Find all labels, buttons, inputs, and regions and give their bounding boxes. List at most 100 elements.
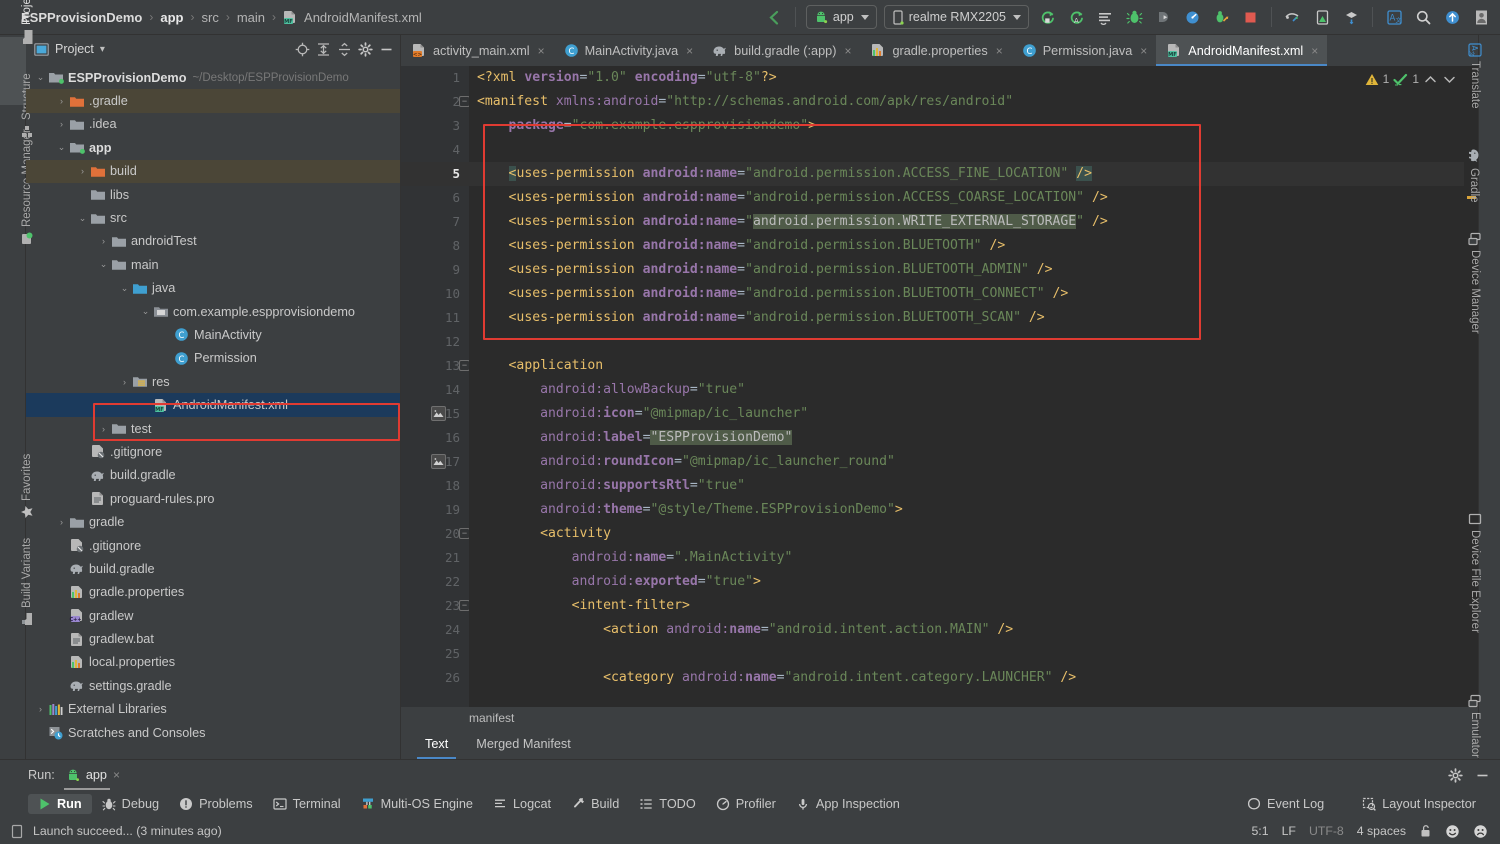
tree-node--gitignore[interactable]: .gitignore: [26, 440, 400, 463]
tree-node-build-gradle[interactable]: build.gradle: [26, 557, 400, 580]
breadcrumb-item-app[interactable]: app: [153, 10, 190, 25]
tree-node-com-example-espprovisiondemo[interactable]: ⌄com.example.espprovisiondemo: [26, 300, 400, 323]
indent-setting[interactable]: 4 spaces: [1357, 824, 1406, 838]
chevron-right-icon[interactable]: ›: [118, 377, 131, 387]
image-preview-gutter-icon[interactable]: [431, 406, 446, 421]
project-tree[interactable]: ⌄ESPProvisionDemo~/Desktop/ESPProvisionD…: [26, 63, 400, 759]
tree-node-build-gradle[interactable]: build.gradle: [26, 464, 400, 487]
tree-node-gradlew[interactable]: C++gradlew: [26, 604, 400, 627]
expand-all-icon[interactable]: [316, 42, 331, 57]
editor-tab-build-gradle-app-[interactable]: build.gradle (:app)×: [702, 35, 860, 66]
chevron-right-icon[interactable]: ›: [76, 166, 89, 176]
rerun-icon[interactable]: [1210, 6, 1232, 28]
chevron-right-icon[interactable]: ›: [55, 119, 68, 129]
tool-strip-item-translate[interactable]: A文Translate: [1468, 43, 1482, 109]
close-icon[interactable]: ×: [686, 44, 693, 58]
target-icon[interactable]: [295, 42, 310, 57]
chevron-right-icon[interactable]: ›: [97, 236, 110, 246]
update-arrow-icon[interactable]: [1441, 6, 1463, 28]
sad-face-icon[interactable]: [1473, 824, 1488, 839]
line-separator[interactable]: LF: [1282, 824, 1296, 838]
tree-node-androidmanifest-xml[interactable]: MFAndroidManifest.xml: [26, 393, 400, 416]
chevron-down-icon[interactable]: ⌄: [76, 213, 89, 224]
tree-node--gradle[interactable]: ›.gradle: [26, 89, 400, 112]
minimize-icon[interactable]: [379, 42, 394, 57]
tree-node-main[interactable]: ⌄main: [26, 253, 400, 276]
chevron-right-icon[interactable]: ›: [55, 517, 68, 527]
chevron-down-icon[interactable]: ⌄: [118, 283, 131, 294]
editor-gutter[interactable]: 12−345678910111213−14151617181920−212223…: [401, 66, 469, 707]
tree-node-java[interactable]: ⌄java: [26, 277, 400, 300]
tool-window-button-run[interactable]: Run: [28, 794, 92, 814]
collapse-all-icon[interactable]: [337, 42, 352, 57]
tree-node-proguard-rules-pro[interactable]: proguard-rules.pro: [26, 487, 400, 510]
back-arrow-icon[interactable]: [763, 6, 785, 28]
chevron-right-icon[interactable]: ›: [55, 96, 68, 106]
editor-mode-tab-text[interactable]: Text: [411, 729, 462, 759]
close-icon[interactable]: ×: [996, 44, 1003, 58]
editor-tab-androidmanifest-xml[interactable]: MFAndroidManifest.xml×: [1156, 35, 1327, 66]
code-content[interactable]: <?xml version="1.0" encoding="utf-8"?><m…: [469, 66, 1464, 707]
tree-node-test[interactable]: ›test: [26, 417, 400, 440]
sdk-manager-icon[interactable]: [1340, 6, 1362, 28]
run-session-tab[interactable]: app ×: [64, 768, 124, 782]
chevron-down-icon[interactable]: ▾: [100, 44, 105, 55]
stop-square-icon[interactable]: [1239, 6, 1261, 28]
breadcrumb-item-main[interactable]: main: [230, 10, 272, 25]
editor-tab-mainactivity-java[interactable]: CMainActivity.java×: [554, 35, 703, 66]
tree-node-src[interactable]: ⌄src: [26, 206, 400, 229]
code-editor[interactable]: 12−345678910111213−14151617181920−212223…: [401, 66, 1478, 707]
unlocked-icon[interactable]: [1419, 824, 1432, 838]
chevron-right-icon[interactable]: ›: [97, 424, 110, 434]
tree-node-gradle[interactable]: ›gradle: [26, 510, 400, 533]
tool-window-button-profiler[interactable]: Profiler: [706, 794, 786, 814]
chevron-down-icon[interactable]: ⌄: [139, 306, 152, 317]
breadcrumb-item-espprovisiondemo[interactable]: ESPProvisionDemo: [14, 10, 149, 25]
device-selector[interactable]: realme RMX2205: [884, 5, 1029, 29]
tree-node-build[interactable]: ›build: [26, 160, 400, 183]
close-icon[interactable]: ×: [538, 44, 545, 58]
avd-manager-icon[interactable]: [1311, 6, 1333, 28]
tool-strip-item-project[interactable]: Project: [20, 0, 34, 45]
chevron-right-icon[interactable]: ›: [34, 704, 47, 714]
tree-node-libs[interactable]: libs: [26, 183, 400, 206]
editor-breadcrumb[interactable]: manifest: [401, 707, 1478, 729]
editor-tab-activity-main-xml[interactable]: <>activity_main.xml×: [401, 35, 554, 66]
happy-face-icon[interactable]: [1445, 824, 1460, 839]
breadcrumb-item-androidmanifest-xml[interactable]: MFAndroidManifest.xml: [276, 10, 429, 25]
attach-debugger-icon[interactable]: [1152, 6, 1174, 28]
tree-node-external-libraries[interactable]: ›External Libraries: [26, 698, 400, 721]
tree-node-gradle-properties[interactable]: gradle.properties: [26, 581, 400, 604]
tree-node--idea[interactable]: ›.idea: [26, 113, 400, 136]
inspection-widget[interactable]: 1 1: [1362, 70, 1460, 88]
tree-node-settings-gradle[interactable]: settings.gradle: [26, 674, 400, 697]
close-icon[interactable]: ×: [1311, 44, 1318, 58]
tool-window-button-app-inspection[interactable]: App Inspection: [786, 794, 910, 814]
tool-window-button-event-log[interactable]: Event Log: [1237, 794, 1334, 814]
editor-tab-permission-java[interactable]: CPermission.java×: [1012, 35, 1157, 66]
file-encoding[interactable]: UTF-8: [1309, 824, 1344, 838]
tree-node-mainactivity[interactable]: CMainActivity: [26, 323, 400, 346]
image-preview-gutter-icon[interactable]: [431, 454, 446, 469]
gradle-sync-icon[interactable]: [1282, 6, 1304, 28]
tree-node-local-properties[interactable]: local.properties: [26, 651, 400, 674]
tool-window-button-multi-os-engine[interactable]: Multi-OS Engine: [351, 794, 483, 814]
search-icon[interactable]: [1412, 6, 1434, 28]
tree-node-androidtest[interactable]: ›androidTest: [26, 230, 400, 253]
tool-window-button-build[interactable]: Build: [561, 794, 629, 814]
chevron-down-icon[interactable]: ⌄: [97, 259, 110, 270]
gear-icon[interactable]: [358, 42, 373, 57]
account-icon[interactable]: [1470, 6, 1492, 28]
tool-strip-item-device-file-explorer[interactable]: Device File Explorer: [1468, 512, 1482, 633]
chevron-down-icon[interactable]: [1442, 73, 1457, 86]
status-message[interactable]: Launch succeed... (3 minutes ago): [33, 824, 222, 838]
chevron-down-icon[interactable]: ⌄: [34, 72, 47, 83]
close-icon[interactable]: ×: [1140, 44, 1147, 58]
tool-window-button-layout-inspector[interactable]: Layout Inspector: [1352, 794, 1486, 814]
close-icon[interactable]: ×: [113, 768, 120, 782]
run-configuration-selector[interactable]: app: [806, 5, 877, 29]
translate-icon[interactable]: A文: [1383, 6, 1405, 28]
tool-strip-item-gradle[interactable]: Gradle: [1467, 148, 1482, 203]
tool-window-button-problems[interactable]: Problems: [169, 794, 263, 814]
tree-node--gitignore[interactable]: .gitignore: [26, 534, 400, 557]
